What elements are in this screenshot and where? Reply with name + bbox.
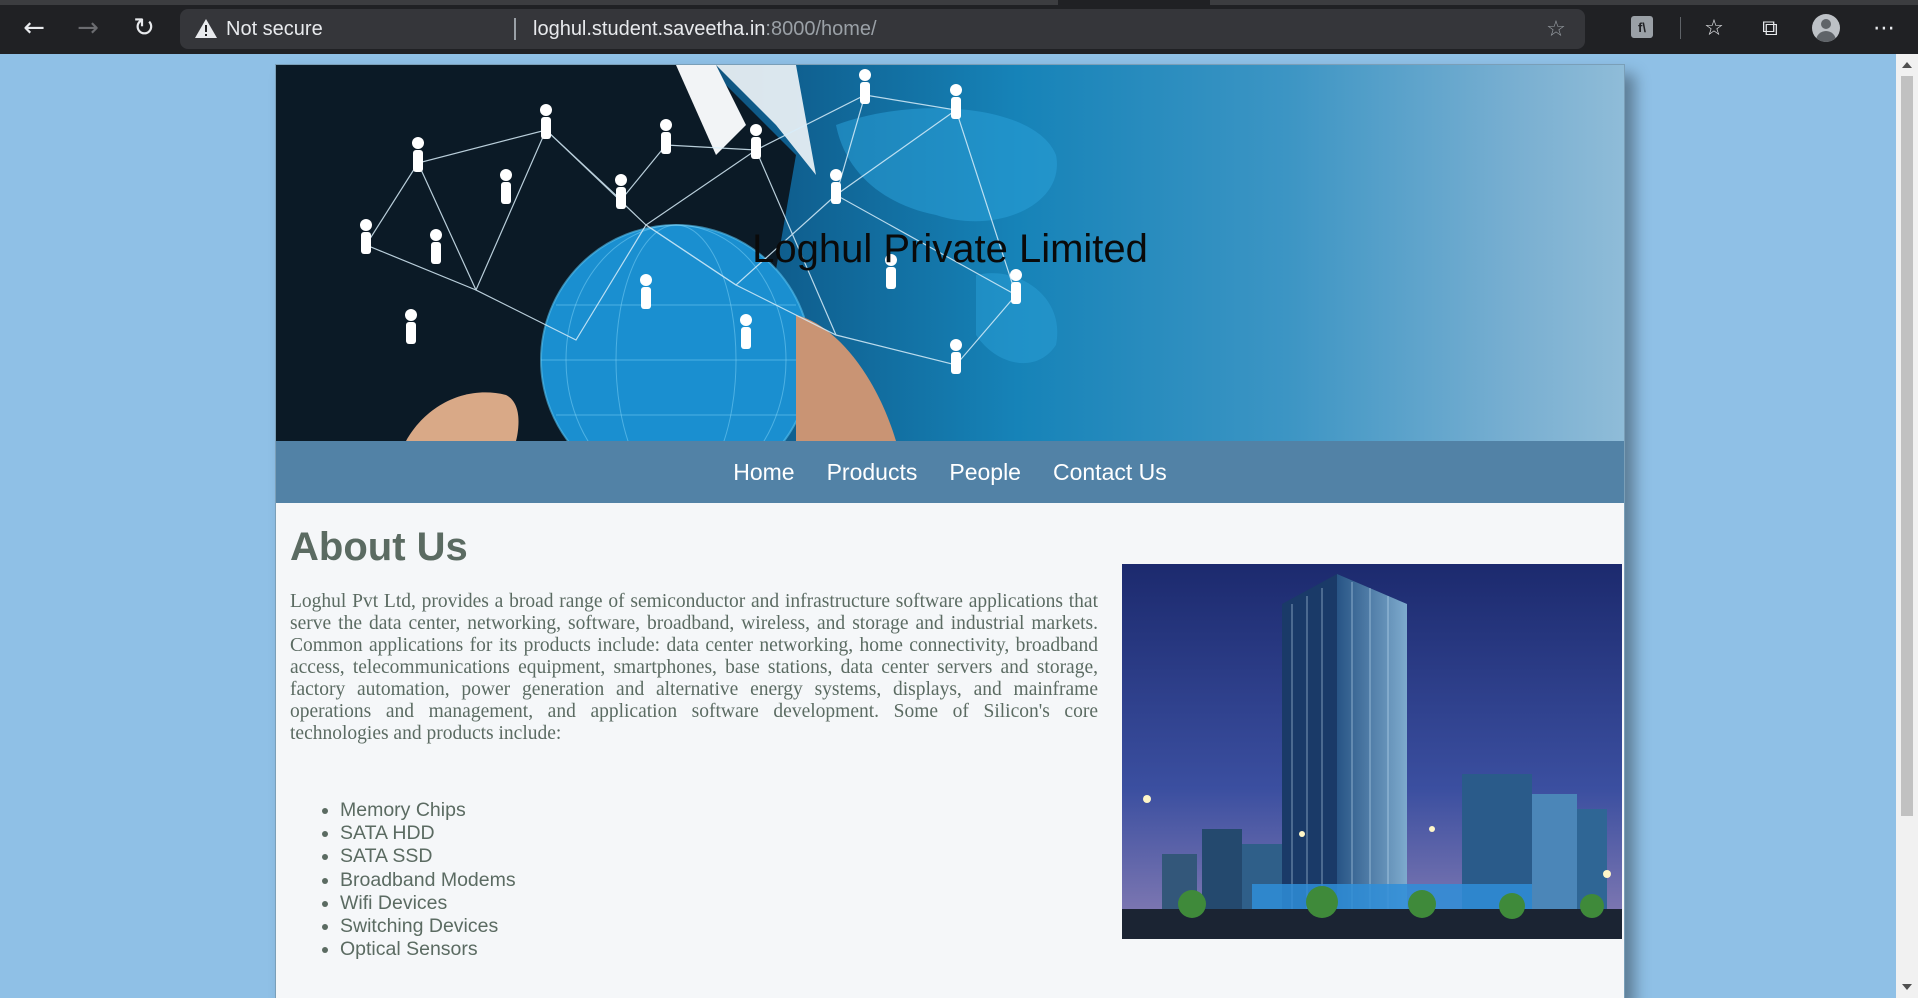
nav-contact-us[interactable]: Contact Us: [1053, 459, 1167, 486]
page-scrollbar[interactable]: [1896, 54, 1918, 998]
scroll-down-icon[interactable]: [1902, 984, 1912, 990]
url-path: :8000/home/: [765, 18, 877, 40]
tab-strip-right: [1210, 0, 1918, 5]
warning-icon: [195, 19, 217, 38]
about-paragraph: Loghul Pvt Ltd, provides a broad range o…: [290, 591, 1098, 744]
office-building-image: [1122, 564, 1622, 939]
back-arrow-icon[interactable]: ←: [16, 10, 52, 46]
add-favorite-icon[interactable]: ☆: [1543, 16, 1569, 42]
reload-icon[interactable]: ↻: [126, 10, 162, 46]
url-text[interactable]: loghul.student.saveetha.in:8000/home/: [533, 18, 877, 41]
about-heading: About Us: [290, 525, 468, 569]
address-bar[interactable]: Not secure loghul.student.saveetha.in:80…: [180, 9, 1585, 49]
toolbar-divider: [1680, 17, 1681, 39]
list-item: Broadband Modems: [340, 869, 516, 892]
scroll-up-icon[interactable]: [1902, 62, 1912, 68]
forward-arrow-icon[interactable]: →: [70, 10, 106, 46]
extension-icon[interactable]: f\: [1631, 16, 1653, 38]
list-item: Memory Chips: [340, 799, 516, 822]
security-status[interactable]: Not secure: [226, 18, 323, 41]
list-item: Switching Devices: [340, 915, 516, 938]
tab-strip: [0, 0, 1058, 5]
header-banner: Loghul Private Limited: [276, 65, 1624, 441]
list-item: SATA HDD: [340, 822, 516, 845]
nav-people[interactable]: People: [949, 459, 1021, 486]
site-title: Loghul Private Limited: [752, 227, 1148, 271]
browser-toolbar: ← → ↻ Not secure loghul.student.saveetha…: [0, 0, 1918, 54]
nav-home[interactable]: Home: [733, 459, 794, 486]
scrollbar-thumb[interactable]: [1901, 76, 1913, 816]
avatar-body: [1816, 31, 1836, 42]
nav-products[interactable]: Products: [827, 459, 918, 486]
products-list: Memory Chips SATA HDD SATA SSD Broadband…: [290, 799, 516, 961]
avatar-head: [1821, 19, 1831, 29]
list-item: Wifi Devices: [340, 892, 516, 915]
more-menu-icon[interactable]: ⋯: [1868, 12, 1900, 44]
favorites-icon[interactable]: ☆: [1698, 12, 1730, 44]
url-host: loghul.student.saveetha.in: [533, 18, 766, 40]
main-nav: Home Products People Contact Us: [276, 441, 1624, 503]
list-item: Optical Sensors: [340, 938, 516, 961]
omnibox-separator: [514, 18, 516, 40]
collections-icon[interactable]: ⧉: [1754, 12, 1786, 44]
profile-avatar[interactable]: [1812, 14, 1840, 42]
page-container: Loghul Private Limited Home Products Peo…: [275, 64, 1625, 998]
list-item: SATA SSD: [340, 845, 516, 868]
